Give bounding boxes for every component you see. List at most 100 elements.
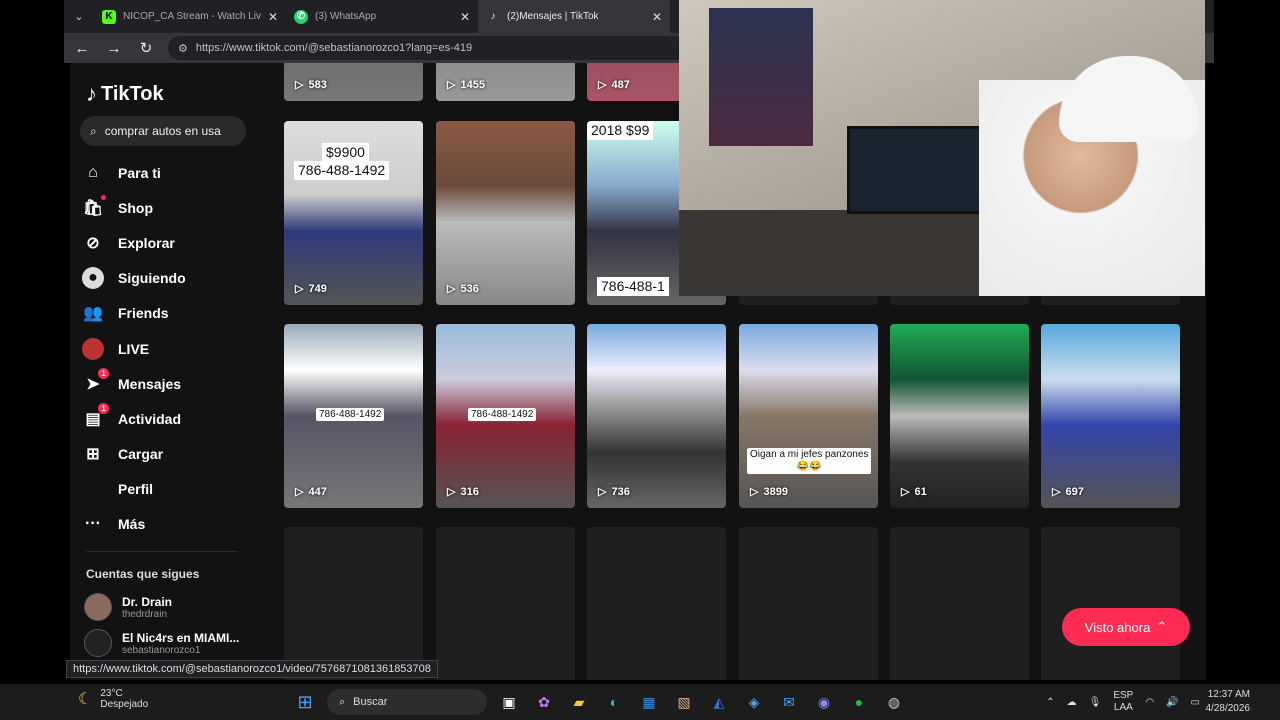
visual-studio-icon[interactable]: ◭ bbox=[706, 689, 732, 715]
video-placeholder[interactable] bbox=[587, 527, 726, 680]
taskbar-search[interactable]: ⌕ Buscar bbox=[327, 689, 487, 715]
back-arrow-icon[interactable]: ← bbox=[72, 38, 92, 58]
clock[interactable]: 12:37 AM 4/28/2026 bbox=[1206, 688, 1251, 716]
sidebar-item-live[interactable]: LIVE bbox=[82, 331, 252, 366]
spotify-icon[interactable]: ● bbox=[846, 689, 872, 715]
tab-title: (3) WhatsApp bbox=[315, 11, 377, 22]
notes-icon[interactable]: ▧ bbox=[671, 689, 697, 715]
visto-ahora-button[interactable]: Visto ahora ⌃ bbox=[1062, 608, 1190, 646]
video-thumbnail[interactable]: ▷ 61 bbox=[890, 324, 1029, 508]
video-thumbnail[interactable]: ▷ 736 bbox=[587, 324, 726, 508]
outlook-icon[interactable]: ✉ bbox=[776, 689, 802, 715]
video-thumbnail[interactable]: 786-488-1492 ▷ 316 bbox=[436, 324, 575, 508]
account-name: Dr. Drain bbox=[122, 594, 173, 609]
play-icon: ▷ bbox=[447, 486, 456, 498]
tab-search-chevron-icon[interactable]: ⌄ bbox=[64, 0, 94, 33]
following-account[interactable]: El Nic4rs en MIAMI... sebastianorozco1 bbox=[84, 629, 239, 657]
sidebar-item-label: Shop bbox=[118, 199, 153, 216]
play-icon: ▷ bbox=[901, 486, 910, 498]
chevron-up-icon[interactable]: ⌃ bbox=[1046, 697, 1054, 708]
sidebar-item-friends[interactable]: 👥 Friends bbox=[82, 296, 252, 331]
close-tab-icon[interactable]: ✕ bbox=[652, 10, 662, 24]
task-view-icon[interactable]: ▣ bbox=[496, 689, 522, 715]
account-handle: thedrdrain bbox=[122, 608, 168, 620]
video-thumbnail[interactable]: $9900 786-488-1492 ▷ 749 bbox=[284, 121, 423, 305]
wifi-icon[interactable]: ◠ bbox=[1145, 697, 1154, 708]
language-indicator[interactable]: ESP LAA bbox=[1113, 690, 1133, 714]
video-thumbnail[interactable]: 786-488-1492 ▷ 447 bbox=[284, 324, 423, 508]
sidebar-divider bbox=[86, 551, 238, 552]
forward-arrow-icon[interactable]: → bbox=[104, 38, 124, 58]
close-tab-icon[interactable]: ✕ bbox=[268, 10, 278, 24]
video-thumbnail[interactable]: Oigan a mi jefes panzones 😂😂 ▷ 3899 bbox=[739, 324, 878, 508]
following-section-title: Cuentas que sigues bbox=[86, 567, 200, 581]
desk bbox=[679, 210, 979, 296]
video-placeholder[interactable] bbox=[890, 527, 1029, 680]
search-input[interactable]: ⌕ comprar autos en usa bbox=[80, 116, 246, 146]
tab-kick[interactable]: K NICOP_CA Stream - Watch Live on ✕ bbox=[94, 0, 286, 33]
sidebar-item-para-ti[interactable]: ⌂ Para ti bbox=[82, 155, 252, 190]
sidebar-item-mensajes[interactable]: ➤ 1 Mensajes bbox=[82, 366, 252, 401]
view-count: ▷ 3899 bbox=[750, 485, 788, 499]
sidebar-item-actividad[interactable]: ▤ 1 Actividad bbox=[82, 401, 252, 436]
tab-whatsapp[interactable]: ✆ (3) WhatsApp ✕ bbox=[286, 0, 478, 33]
sidebar-item-cargar[interactable]: ⊞ Cargar bbox=[82, 437, 252, 472]
microphone-icon[interactable]: 🎙 bbox=[1089, 697, 1102, 708]
volume-icon[interactable]: 🔊 bbox=[1166, 697, 1178, 708]
tab-tiktok[interactable]: ♪ (2)Mensajes | TikTok ✕ bbox=[478, 0, 670, 33]
sidebar-item-siguiendo[interactable]: ● Siguiendo bbox=[82, 261, 252, 296]
sidebar-item-shop[interactable]: 🛍 Shop bbox=[82, 190, 252, 225]
sidebar-item-mas[interactable]: ··· Más bbox=[82, 507, 252, 542]
edge-icon[interactable]: ◐ bbox=[601, 689, 627, 715]
video-thumbnail[interactable]: ▷ 536 bbox=[436, 121, 575, 305]
sidebar-item-explorar[interactable]: ⊘ Explorar bbox=[82, 225, 252, 260]
play-icon: ▷ bbox=[750, 486, 759, 498]
play-icon: ▷ bbox=[295, 486, 304, 498]
video-thumbnail[interactable]: ▷ 583 bbox=[284, 63, 423, 101]
video-caption: 786-488-1492 bbox=[316, 408, 385, 421]
sidebar-item-label: Para ti bbox=[118, 164, 161, 181]
file-explorer-icon[interactable]: ▰ bbox=[566, 689, 592, 715]
close-tab-icon[interactable]: ✕ bbox=[460, 10, 470, 24]
video-thumbnail[interactable]: ▷ 1455 bbox=[436, 63, 575, 101]
kick-icon: K bbox=[102, 9, 116, 24]
video-placeholder[interactable] bbox=[739, 527, 878, 680]
temperature: 23°C bbox=[100, 688, 123, 699]
profile-icon bbox=[82, 478, 104, 500]
play-icon: ▷ bbox=[295, 79, 304, 91]
view-count: ▷ 736 bbox=[598, 485, 630, 499]
store-icon[interactable]: ▦ bbox=[636, 689, 662, 715]
following-account[interactable]: Dr. Drain thedrdrain bbox=[84, 593, 172, 621]
reload-icon[interactable]: ↻ bbox=[136, 38, 156, 58]
video-caption: $9900 bbox=[322, 143, 369, 162]
video-placeholder[interactable] bbox=[436, 527, 575, 680]
activity-badge: 1 bbox=[98, 402, 109, 414]
address-bar[interactable]: ⚙ https://www.tiktok.com/@sebastianorozc… bbox=[168, 36, 688, 60]
windows-start-icon[interactable]: ⊞ bbox=[292, 689, 318, 715]
avatar bbox=[84, 593, 112, 621]
video-thumbnail[interactable]: ▷ 697 bbox=[1041, 324, 1180, 508]
sidebar-item-label: Friends bbox=[118, 305, 169, 322]
button-label: Visto ahora bbox=[1084, 619, 1151, 635]
screen: ⌄ K NICOP_CA Stream - Watch Live on ✕ ✆ … bbox=[0, 0, 1280, 720]
video-placeholder[interactable] bbox=[1041, 527, 1180, 680]
sidebar-item-perfil[interactable]: Perfil bbox=[82, 472, 252, 507]
copilot-icon[interactable]: ✿ bbox=[531, 689, 557, 715]
search-label: Buscar bbox=[353, 696, 388, 708]
battery-icon[interactable]: ▭ bbox=[1191, 697, 1200, 708]
video-caption: 2018 $99 bbox=[587, 121, 654, 140]
tiktok-logo[interactable]: ♪ TikTok bbox=[86, 81, 164, 107]
weather-widget[interactable]: ☾ 23°C Despejado bbox=[78, 688, 148, 710]
onedrive-icon[interactable]: ☁ bbox=[1067, 697, 1077, 708]
more-icon: ··· bbox=[85, 515, 101, 533]
tab-title: NICOP_CA Stream - Watch Live on bbox=[123, 11, 261, 22]
video-placeholder[interactable] bbox=[284, 527, 423, 680]
url-text: https://www.tiktok.com/@sebastianorozco1… bbox=[195, 42, 473, 54]
search-icon: ⌕ bbox=[90, 123, 97, 138]
discord-icon[interactable]: ◉ bbox=[811, 689, 837, 715]
site-info-icon[interactable]: ⚙ bbox=[178, 42, 188, 55]
avatar bbox=[84, 629, 112, 657]
network-app-icon[interactable]: ◈ bbox=[741, 689, 767, 715]
sidebar-item-label: Actividad bbox=[118, 410, 182, 427]
chrome-icon[interactable]: ◍ bbox=[881, 689, 907, 715]
